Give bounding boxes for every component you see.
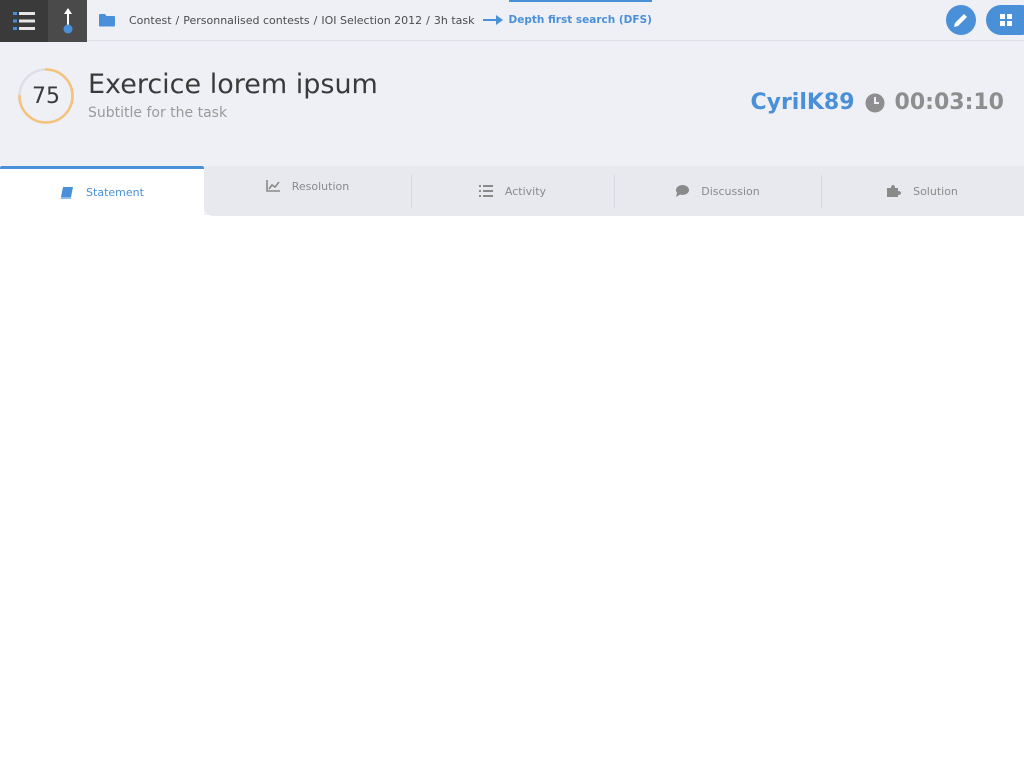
task-title: Exercice lorem ipsum — [88, 69, 378, 100]
task-header: 75 Exercice lorem ipsum Subtitle for the… — [0, 42, 1024, 216]
breadcrumb: Contest / Personnalised contests / IOI S… — [99, 0, 653, 40]
puzzle-icon — [887, 185, 902, 197]
tab-label: Solution — [913, 184, 958, 198]
chart-icon — [265, 180, 280, 192]
tab-resolution[interactable]: Resolution — [204, 161, 411, 211]
timer: 00:03:10 — [894, 90, 1004, 115]
arrow-right-icon — [482, 15, 503, 25]
breadcrumb-item-personalised-contests[interactable]: Personnalised contests — [183, 14, 309, 27]
top-bar: Contest / Personnalised contests / IOI S… — [0, 0, 1024, 42]
breadcrumb-item-ioi-selection[interactable]: IOI Selection 2012 — [321, 14, 422, 27]
statement-content — [0, 216, 1024, 768]
breadcrumb-separator: / — [426, 13, 430, 27]
user-info: CyrilK89 00:03:10 — [750, 90, 1004, 115]
tab-statement[interactable]: Statement — [0, 166, 204, 216]
navigate-up-button[interactable] — [48, 0, 87, 42]
task-tabs: Statement Resolution Activity Discussion — [0, 166, 1024, 216]
breadcrumb-item-3h-task[interactable]: 3h task — [434, 14, 475, 27]
username[interactable]: CyrilK89 — [750, 90, 854, 115]
tab-solution[interactable]: Solution — [821, 166, 1024, 216]
tab-activity[interactable]: Activity — [411, 166, 614, 216]
breadcrumb-separator: / — [313, 13, 318, 27]
breadcrumb-item-contest[interactable]: Contest — [129, 14, 172, 27]
topbar-divider — [87, 40, 1024, 41]
tab-discussion[interactable]: Discussion — [614, 166, 821, 216]
tab-label: Discussion — [701, 184, 760, 198]
hamburger-icon — [13, 12, 35, 30]
edit-button[interactable] — [946, 5, 976, 35]
breadcrumb-separator: / — [175, 13, 180, 27]
task-subtitle: Subtitle for the task — [88, 105, 228, 121]
comment-icon — [676, 185, 690, 197]
score-value: 75 — [32, 83, 60, 109]
book-icon — [60, 186, 74, 199]
tab-label: Statement — [86, 186, 144, 199]
tab-label: Resolution — [291, 179, 350, 193]
apps-button[interactable] — [986, 5, 1024, 35]
breadcrumb-current: Depth first search (DFS) — [508, 0, 653, 40]
menu-button[interactable] — [0, 0, 48, 42]
clock-icon — [865, 93, 885, 112]
folder-icon — [99, 14, 115, 27]
grid-icon — [1000, 14, 1012, 26]
pencil-icon — [954, 14, 967, 27]
tab-label: Activity — [504, 184, 547, 198]
list-icon — [478, 185, 493, 197]
arrow-up-icon — [63, 8, 72, 34]
